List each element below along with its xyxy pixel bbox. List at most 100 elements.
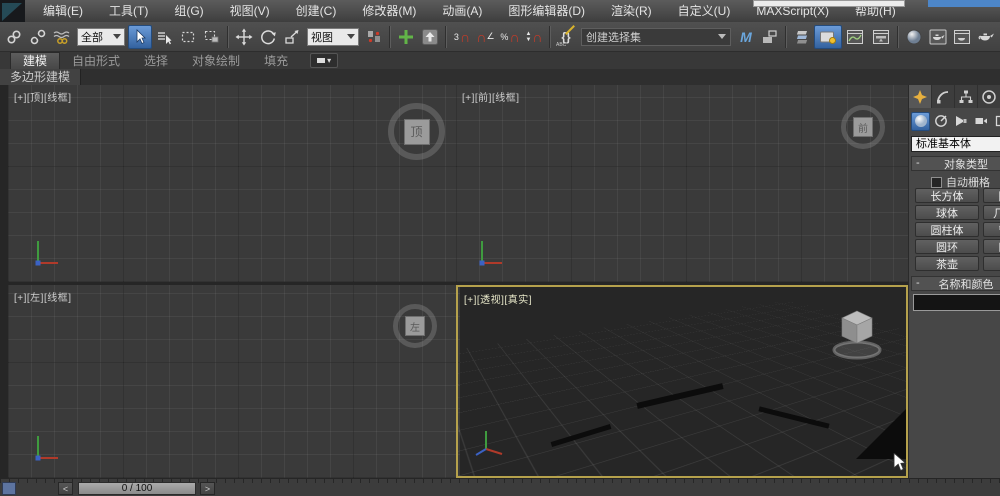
- menu-modifiers[interactable]: 修改器(M): [349, 0, 429, 22]
- axis-tripod: [35, 436, 58, 461]
- button-plane[interactable]: 平面: [983, 256, 1000, 271]
- viewcube-perspective[interactable]: [826, 305, 888, 363]
- button-pyramid[interactable]: 四棱锥: [983, 239, 1000, 254]
- graphite-ribbon-toggle[interactable]: [814, 24, 842, 49]
- object-name-input[interactable]: [913, 294, 1000, 311]
- chevron-down-icon: ▾: [327, 56, 332, 65]
- viewport-top[interactable]: [+][顶][线框] 顶: [8, 85, 460, 282]
- autogrid-checkbox[interactable]: [931, 176, 942, 188]
- menu-tools[interactable]: 工具(T): [96, 0, 161, 22]
- angle-snap-toggle-icon[interactable]: ∩ ∠: [474, 25, 498, 49]
- bind-to-spacewarp-icon[interactable]: [50, 25, 74, 49]
- tab-populate[interactable]: 填充: [252, 53, 300, 69]
- tab-create-icon[interactable]: [909, 85, 932, 108]
- layer-manager-button[interactable]: [790, 25, 814, 49]
- spinner-glyph: ▲ ▼: [525, 30, 532, 43]
- menu-create[interactable]: 创建(C): [283, 0, 350, 22]
- rollout-object-type[interactable]: - 对象类型: [911, 156, 1000, 171]
- menu-group[interactable]: 组(G): [161, 0, 216, 22]
- time-slider-handle[interactable]: 0 / 100: [78, 482, 196, 495]
- polygon-modeling-panel-label[interactable]: 多边形建模: [0, 69, 82, 85]
- named-selection-sets-dropdown[interactable]: 创建选择集: [581, 27, 731, 46]
- button-geosphere[interactable]: 几何球体: [983, 205, 1000, 220]
- selection-filter-dropdown[interactable]: 全部: [77, 27, 125, 46]
- align-button[interactable]: [758, 25, 782, 49]
- button-teapot[interactable]: 茶壶: [915, 256, 979, 271]
- category-cameras-icon[interactable]: [971, 112, 990, 131]
- viewcube-front[interactable]: 前: [841, 105, 885, 149]
- percent-snap-toggle-icon[interactable]: % ∩: [498, 25, 522, 49]
- viewport-perspective-label[interactable]: [+][透视][真实]: [464, 291, 532, 306]
- button-torus[interactable]: 圆环: [915, 239, 979, 254]
- keyboard-override-toggle[interactable]: [418, 25, 442, 49]
- tab-motion-icon[interactable]: [978, 85, 1000, 108]
- edit-named-selection-sets-button[interactable]: {} ABC: [554, 24, 578, 49]
- viewcube-face-label: 前: [853, 117, 873, 137]
- viewport-front[interactable]: [+][前][线框] 前: [456, 85, 908, 282]
- select-by-name-button[interactable]: [152, 25, 176, 49]
- material-editor-button[interactable]: [902, 25, 926, 49]
- viewcube-face-label: 顶: [403, 118, 430, 145]
- render-production-button[interactable]: [974, 25, 998, 49]
- mirror-glyph: M: [740, 28, 752, 45]
- app-window: 编辑(E) 工具(T) 组(G) 视图(V) 创建(C) 修改器(M) 动画(A…: [0, 0, 1000, 496]
- toolbar-separator: [227, 25, 229, 48]
- rollout-name-color[interactable]: - 名称和颜色: [911, 276, 1000, 291]
- rectangular-selection-region-button[interactable]: [176, 25, 200, 49]
- viewport-top-label[interactable]: [+][顶][线框]: [14, 89, 72, 104]
- viewport-front-label[interactable]: [+][前][线框]: [462, 89, 520, 104]
- menu-views[interactable]: 视图(V): [217, 0, 283, 22]
- button-cylinder[interactable]: 圆柱体: [915, 222, 979, 237]
- button-box[interactable]: 长方体: [915, 188, 979, 203]
- viewport-perspective[interactable]: [+][透视][真实]: [456, 285, 908, 478]
- viewcube-left[interactable]: 左: [393, 304, 437, 348]
- viewport-left[interactable]: [+][左][线框] 左: [8, 285, 460, 478]
- rollout-collapse-icon: -: [916, 277, 920, 289]
- curve-editor-button[interactable]: [842, 25, 868, 49]
- chevron-down-icon: [347, 34, 355, 39]
- unlink-icon[interactable]: [26, 25, 50, 49]
- viewcube-top[interactable]: 顶: [388, 103, 445, 160]
- reference-coordinate-dropdown[interactable]: 视图: [307, 27, 359, 46]
- timeline-corner-icon: [2, 482, 16, 495]
- schematic-view-button[interactable]: [868, 25, 894, 49]
- previous-frame-button[interactable]: <: [58, 482, 73, 495]
- tab-object-paint[interactable]: 对象绘制: [180, 53, 252, 69]
- viewport-left-label[interactable]: [+][左][线框]: [14, 289, 72, 304]
- tab-hierarchy-icon[interactable]: [955, 85, 978, 108]
- abc-glyph: ABC: [556, 41, 567, 48]
- tab-selection[interactable]: 选择: [132, 53, 180, 69]
- button-tube[interactable]: 管状体: [983, 222, 1000, 237]
- category-lights-icon[interactable]: [951, 112, 970, 131]
- button-sphere[interactable]: 球体: [915, 205, 979, 220]
- menu-customize[interactable]: 自定义(U): [665, 0, 744, 22]
- select-object-button[interactable]: [128, 24, 152, 49]
- toolbar-separator: [445, 25, 447, 48]
- window-crossing-button[interactable]: [200, 25, 224, 49]
- primitive-category-dropdown[interactable]: 标准基本体: [911, 136, 1000, 152]
- spinner-snap-toggle-icon[interactable]: ▲ ▼ ∩: [522, 25, 546, 49]
- render-setup-button[interactable]: [926, 25, 950, 49]
- rendered-frame-window-button[interactable]: [950, 25, 974, 49]
- select-and-link-icon[interactable]: [2, 25, 26, 49]
- category-geometry-icon[interactable]: [911, 111, 930, 131]
- category-shapes-icon[interactable]: [931, 112, 950, 131]
- snap-toggle-3d-icon[interactable]: 3 ∩: [450, 25, 474, 49]
- tab-freeform[interactable]: 自由形式: [60, 53, 132, 69]
- menu-animation[interactable]: 动画(A): [429, 0, 495, 22]
- button-cone[interactable]: 圆锥体: [983, 188, 1000, 203]
- menu-edit[interactable]: 编辑(E): [30, 0, 96, 22]
- tab-modeling[interactable]: 建模: [10, 52, 61, 69]
- select-and-scale-button[interactable]: [280, 25, 304, 49]
- menu-rendering[interactable]: 渲染(R): [598, 0, 665, 22]
- menu-graph-editors[interactable]: 图形编辑器(D): [495, 0, 598, 22]
- select-and-manipulate-button[interactable]: [394, 25, 418, 49]
- ribbon-collapse-button[interactable]: ▾: [310, 53, 339, 68]
- tab-modify-icon[interactable]: [932, 85, 955, 108]
- select-and-rotate-button[interactable]: [256, 25, 280, 49]
- next-frame-button[interactable]: >: [200, 482, 215, 495]
- mirror-button[interactable]: M: [734, 25, 758, 49]
- use-pivot-center-button[interactable]: [362, 25, 386, 49]
- category-helpers-icon[interactable]: [991, 112, 1000, 131]
- select-and-move-button[interactable]: [232, 25, 256, 49]
